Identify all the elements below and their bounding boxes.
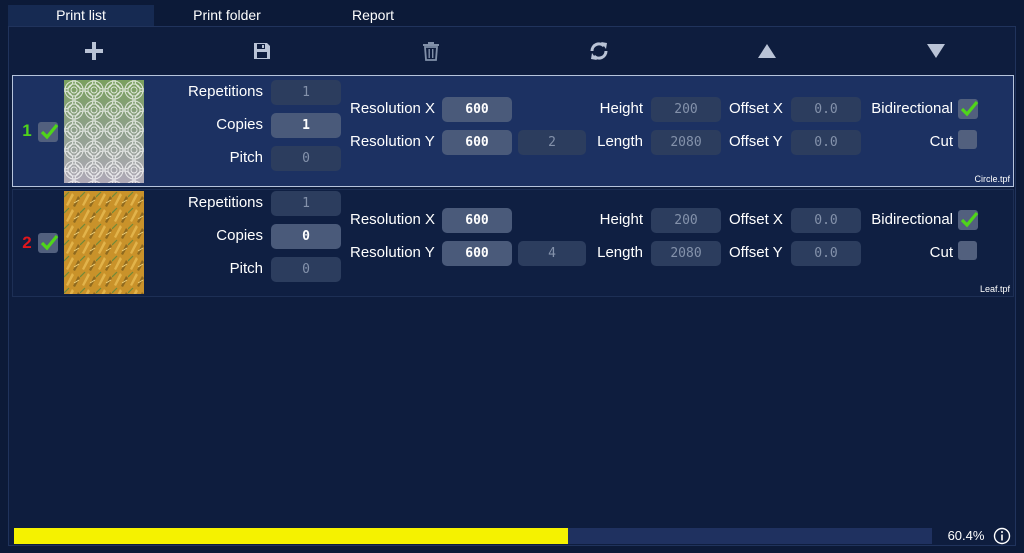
move-down-button[interactable] [921, 37, 951, 65]
bidirectional-label: Bidirectional [871, 211, 953, 228]
copies-field[interactable]: 1 [271, 113, 341, 138]
progress-bar-fill [14, 528, 569, 544]
cut-label: Cut [929, 244, 953, 261]
resolution-x-label: Resolution X [350, 211, 436, 228]
job-enabled-checkbox[interactable] [38, 233, 59, 253]
check-icon [40, 234, 59, 251]
cut-checkbox[interactable] [958, 130, 977, 149]
job-enabled-checkbox[interactable] [38, 122, 59, 142]
check-icon [960, 211, 979, 228]
bidirectional-label: Bidirectional [871, 100, 953, 117]
offset-y-field[interactable]: 0.0 [791, 130, 861, 155]
tab-print-folder[interactable]: Print folder [160, 5, 294, 26]
repetitions-label: Repetitions [187, 83, 263, 100]
print-list-panel: 1 Repetitions 1 Copies 1 Pitch 0 Resolut… [8, 26, 1016, 546]
resolution-y-field[interactable]: 600 [442, 130, 512, 155]
job-thumbnail-image [64, 80, 144, 183]
pitch-field[interactable]: 0 [271, 257, 341, 282]
info-icon[interactable] [993, 527, 1011, 545]
offset-x-field[interactable]: 0.0 [791, 208, 861, 233]
add-button[interactable] [79, 37, 109, 65]
save-icon [254, 43, 270, 59]
tab-bar: Print list Print folder Report [0, 0, 1024, 26]
pitch-label: Pitch [229, 149, 263, 166]
tab-print-list[interactable]: Print list [8, 5, 154, 26]
offset-y-label: Offset Y [729, 133, 783, 150]
height-field[interactable]: 200 [651, 208, 721, 233]
copies-label: Copies [216, 116, 263, 133]
tab-report[interactable]: Report [316, 5, 430, 26]
check-icon [40, 123, 59, 140]
move-up-button[interactable] [752, 37, 782, 65]
repetitions-label: Repetitions [187, 194, 263, 211]
refresh-icon [590, 42, 608, 60]
resolution-y-label: Resolution Y [350, 244, 435, 261]
check-icon [960, 100, 979, 117]
arrow-down-icon [927, 44, 945, 58]
offset-y-field[interactable]: 0.0 [791, 241, 861, 266]
job-index: 1 [22, 121, 32, 140]
arrow-up-icon [758, 44, 776, 58]
offset-x-label: Offset X [729, 211, 783, 228]
length-label: Length [597, 244, 643, 261]
pitch-field[interactable]: 0 [271, 146, 341, 171]
bidirectional-checkbox[interactable] [958, 210, 979, 230]
length-label: Length [597, 133, 643, 150]
progress-bar [14, 528, 932, 544]
toolbar [9, 27, 1017, 73]
refresh-button[interactable] [584, 37, 614, 65]
trash-icon [423, 42, 439, 61]
job-filename: Circle.tpf [974, 174, 1010, 184]
repetitions-field[interactable]: 1 [271, 80, 341, 105]
bidirectional-checkbox[interactable] [958, 99, 979, 119]
job-index: 2 [22, 233, 32, 252]
resolution-x-label: Resolution X [350, 100, 436, 117]
offset-x-field[interactable]: 0.0 [791, 97, 861, 122]
cut-label: Cut [929, 133, 953, 150]
offset-y-label: Offset Y [729, 244, 783, 261]
progress-percent: 60.4% [947, 528, 985, 543]
height-label: Height [599, 211, 643, 228]
repetitions-field[interactable]: 1 [271, 191, 341, 216]
job-thumbnail-image [64, 191, 144, 294]
plus-icon [85, 42, 103, 60]
delete-button[interactable] [416, 37, 446, 65]
cut-checkbox[interactable] [958, 241, 977, 260]
job-filename: Leaf.tpf [979, 284, 1010, 294]
height-field[interactable]: 200 [651, 97, 721, 122]
save-button[interactable] [247, 37, 277, 65]
job-row[interactable]: 1 Repetitions 1 Copies 1 Pitch 0 Resolut… [12, 75, 1014, 187]
resolution-x-field[interactable]: 600 [442, 97, 512, 122]
height-label: Height [599, 100, 643, 117]
resolution-y-label: Resolution Y [350, 133, 435, 150]
offset-x-label: Offset X [729, 100, 783, 117]
copies-field[interactable]: 0 [271, 224, 341, 249]
resolution-y-field[interactable]: 600 [442, 241, 512, 266]
length-field[interactable]: 2080 [651, 130, 721, 155]
job-row[interactable]: 2 Repetitions 1 Copies 0 Pitch 0 Resolut… [12, 189, 1014, 297]
pitch-label: Pitch [229, 260, 263, 277]
resolution-x-field[interactable]: 600 [442, 208, 512, 233]
length-field[interactable]: 2080 [651, 241, 721, 266]
copies-label: Copies [216, 227, 263, 244]
